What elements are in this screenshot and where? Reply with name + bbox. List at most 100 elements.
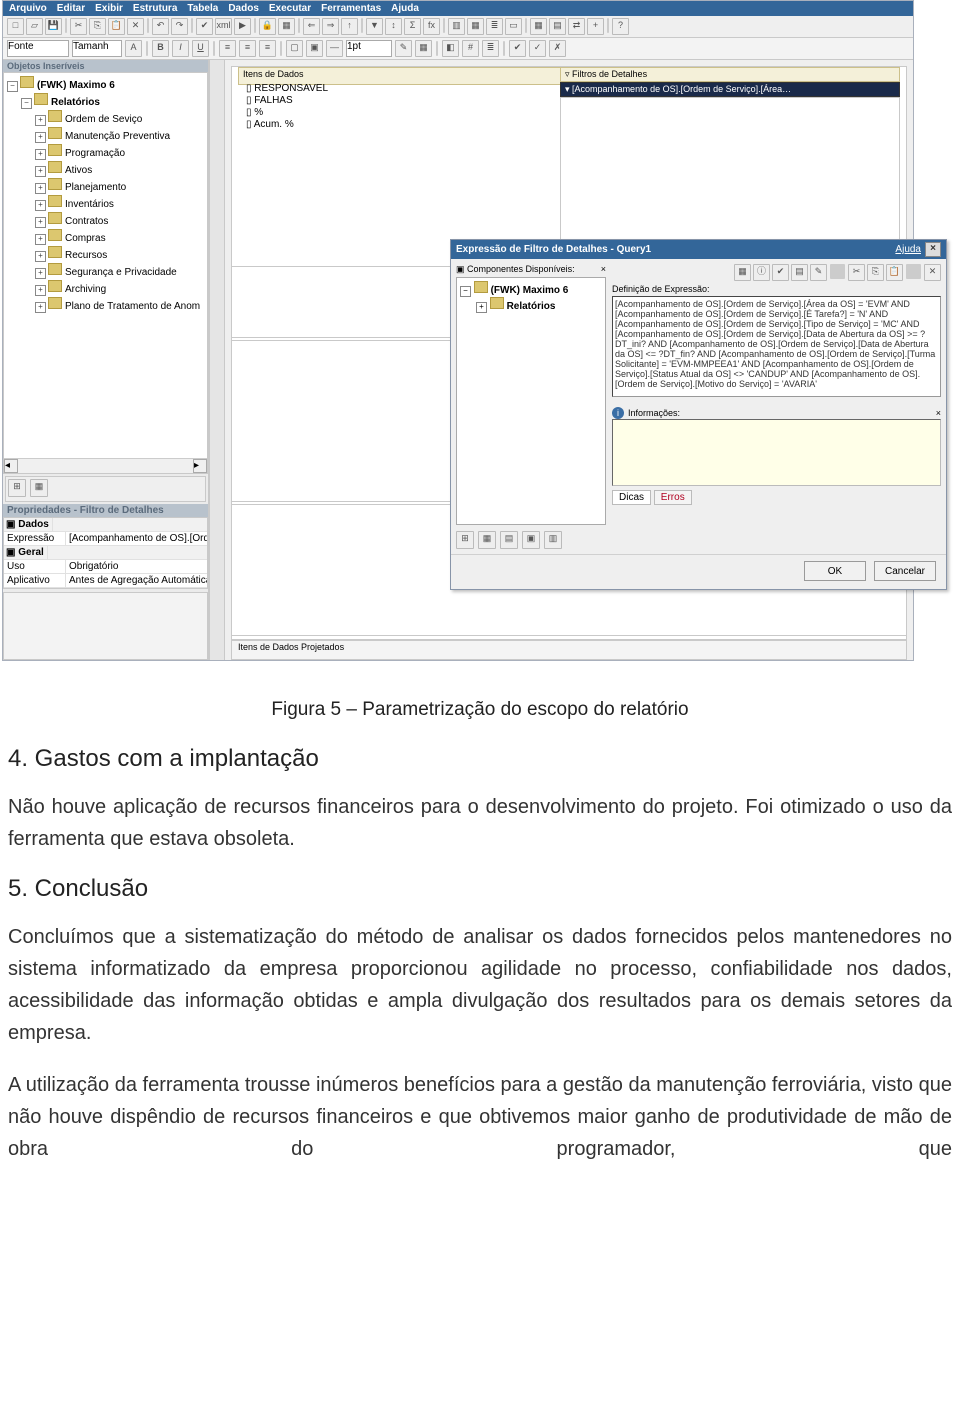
font-family-select[interactable]: Fonte [7, 40, 69, 57]
menu-exibir[interactable]: Exibir [95, 3, 123, 14]
align-right-icon[interactable]: ≡ [259, 40, 276, 57]
xml-icon[interactable]: xml [215, 18, 232, 35]
paste-icon[interactable]: 📋 [886, 264, 903, 281]
align-center-icon[interactable]: ≡ [239, 40, 256, 57]
open-icon[interactable]: ▱ [26, 18, 43, 35]
fill-icon[interactable]: ▣ [306, 40, 323, 57]
insert-icon[interactable]: + [587, 18, 604, 35]
functions-tab-icon[interactable]: ▤ [500, 531, 518, 549]
expression-textarea[interactable]: [Acompanhamento de OS].[Ordem de Serviço… [612, 296, 941, 397]
crosstab-icon[interactable]: ▦ [467, 18, 484, 35]
scroll-left-icon[interactable]: ◂ [4, 459, 18, 473]
dataitems-tab-icon[interactable]: ▦ [478, 531, 496, 549]
tree-item[interactable]: Ordem de Seviço [65, 114, 142, 125]
tree-item[interactable]: Ativos [65, 165, 92, 176]
up-icon[interactable]: ↑ [341, 18, 358, 35]
apply-icon[interactable]: ✓ [529, 40, 546, 57]
menu-ajuda[interactable]: Ajuda [391, 3, 419, 14]
source-tab-icon[interactable]: ⊞ [456, 531, 474, 549]
copy-icon[interactable]: ⎘ [867, 264, 884, 281]
history-icon[interactable]: ▤ [791, 264, 808, 281]
lock-icon[interactable]: 🔒 [259, 18, 276, 35]
font-size-select[interactable]: Tamanh [72, 40, 122, 57]
tree-item[interactable]: Contratos [65, 216, 108, 227]
underline-icon[interactable]: U [192, 40, 209, 57]
menu-dados[interactable]: Dados [228, 3, 259, 14]
tree-item[interactable]: Archiving [65, 284, 106, 295]
tree-item[interactable]: Programação [65, 148, 125, 159]
class-icon[interactable]: ≣ [482, 40, 499, 57]
bold-icon[interactable]: B [152, 40, 169, 57]
package-tree[interactable]: −(FWK) Maximo 6 −Relatórios +Ordem de Se… [3, 72, 208, 474]
edit-icon[interactable]: ✎ [810, 264, 827, 281]
cancel-button[interactable]: Cancelar [874, 561, 936, 581]
chart-icon[interactable]: ▥ [448, 18, 465, 35]
close-icon[interactable]: × [925, 242, 941, 257]
validate-icon[interactable]: ✔ [196, 18, 213, 35]
font-color-icon[interactable]: A [125, 40, 142, 57]
forward-icon[interactable]: ⇒ [322, 18, 339, 35]
paste-icon[interactable]: 📋 [108, 18, 125, 35]
dataitems-tab-icon[interactable]: ▦ [30, 479, 48, 497]
menu-ferramentas[interactable]: Ferramentas [321, 3, 381, 14]
group-icon[interactable]: ▦ [530, 18, 547, 35]
cut-icon[interactable]: ✂ [848, 264, 865, 281]
ok-button[interactable]: OK [804, 561, 866, 581]
tree-item[interactable]: Inventários [65, 199, 114, 210]
data-format-icon[interactable]: # [462, 40, 479, 57]
tab-erros[interactable]: Erros [654, 490, 692, 505]
close-components-icon[interactable]: × [601, 264, 606, 275]
menu-estrutura[interactable]: Estrutura [133, 3, 177, 14]
summarize-icon[interactable]: Σ [404, 18, 421, 35]
tree-item[interactable]: Compras [65, 233, 106, 244]
tree-item[interactable]: Manutenção Preventiva [65, 131, 170, 142]
tree-scroll-h[interactable]: ◂ ▸ [4, 458, 207, 473]
data-item[interactable]: ▯ Acum. % [238, 119, 558, 131]
save-icon[interactable]: 💾 [45, 18, 62, 35]
validate-icon[interactable]: ✔ [772, 264, 789, 281]
copy-icon[interactable]: ⎘ [89, 18, 106, 35]
macros-tab-icon[interactable]: ▥ [544, 531, 562, 549]
close-info-icon[interactable]: × [936, 408, 941, 418]
sort-icon[interactable]: ↕ [385, 18, 402, 35]
tree-item[interactable]: Plano de Tratamento de Anom [65, 301, 200, 312]
scroll-right-icon[interactable]: ▸ [193, 459, 207, 473]
parameters-tab-icon[interactable]: ▣ [522, 531, 540, 549]
table-icon[interactable]: ▦ [415, 40, 432, 57]
query-explorer-handle[interactable] [209, 60, 225, 660]
delete-icon[interactable]: ✕ [924, 264, 941, 281]
back-icon[interactable]: ⇐ [303, 18, 320, 35]
menu-arquivo[interactable]: Arquivo [9, 3, 47, 14]
style-icon[interactable]: ✎ [395, 40, 412, 57]
tree-item[interactable]: Segurança e Privacidade [65, 267, 177, 278]
cut-icon[interactable]: ✂ [70, 18, 87, 35]
data-item[interactable]: ▯ RESPONSAVEL [238, 83, 558, 95]
filter-icon[interactable]: ▼ [366, 18, 383, 35]
pickup-icon[interactable]: ✔ [509, 40, 526, 57]
new-icon[interactable]: □ [7, 18, 24, 35]
prop-val-expressao[interactable]: [Acompanhamento de OS].[Orde… [66, 532, 207, 545]
info-icon[interactable]: ⓘ [753, 264, 770, 281]
swap-icon[interactable]: ⇄ [568, 18, 585, 35]
source-tab-icon[interactable]: ⊞ [8, 479, 26, 497]
undo-icon[interactable]: ↶ [152, 18, 169, 35]
detail-filter-row-selected[interactable]: ▾ [Acompanhamento de OS].[Ordem de Servi… [560, 82, 900, 97]
clear-icon[interactable]: ✗ [549, 40, 566, 57]
run-icon[interactable]: ▶ [234, 18, 251, 35]
data-items-list[interactable]: ▯ RESPONSAVEL ▯ FALHAS ▯ % ▯ Acum. % [238, 83, 558, 131]
tree-item[interactable]: Planejamento [65, 182, 126, 193]
prop-val-aplicativo[interactable]: Antes de Agregação Automática [66, 574, 207, 587]
data-item[interactable]: ▯ FALHAS [238, 95, 558, 107]
align-left-icon[interactable]: ≡ [219, 40, 236, 57]
headers-icon[interactable]: ▦ [278, 18, 295, 35]
line-icon[interactable]: — [326, 40, 343, 57]
section-icon[interactable]: ▭ [505, 18, 522, 35]
cond-style-icon[interactable]: ◧ [442, 40, 459, 57]
calc-icon[interactable]: fx [423, 18, 440, 35]
dialog-titlebar[interactable]: Expressão de Filtro de Detalhes - Query1… [451, 240, 946, 259]
pivot-icon[interactable]: ▤ [549, 18, 566, 35]
tree-item[interactable]: Recursos [65, 250, 107, 261]
delete-icon[interactable]: ✕ [127, 18, 144, 35]
menu-tabela[interactable]: Tabela [187, 3, 218, 14]
italic-icon[interactable]: I [172, 40, 189, 57]
